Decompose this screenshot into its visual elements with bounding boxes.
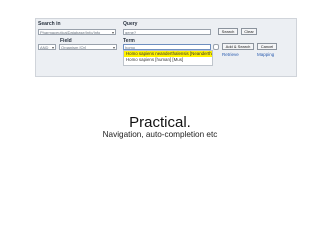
retrieve-link[interactable]: Retrieve bbox=[222, 52, 239, 57]
screenshot-panel: Search in PharmaceuticalDatabase/Info/In… bbox=[35, 18, 297, 77]
search-in-select[interactable]: PharmaceuticalDatabase/Info/Info ▾ bbox=[38, 29, 116, 35]
field-select[interactable]: Organism [Or] ▾ bbox=[59, 44, 117, 50]
bool-value: AND bbox=[40, 45, 49, 50]
mapping-link[interactable]: Mapping bbox=[257, 52, 274, 57]
chevron-down-icon: ▾ bbox=[112, 45, 115, 50]
clear-term-icon[interactable] bbox=[213, 44, 219, 50]
bool-select[interactable]: AND ▾ bbox=[38, 44, 56, 50]
suggestion-item[interactable]: Homo sapiens [human] [Mus] bbox=[124, 57, 212, 63]
slide-title: Practical. bbox=[129, 114, 191, 131]
clear-button[interactable]: Clear bbox=[241, 28, 257, 35]
search-in-label: Search in bbox=[38, 21, 61, 27]
cancel-button[interactable]: Cancel bbox=[257, 43, 277, 50]
slide-subtitle: Navigation, auto-completion etc bbox=[102, 130, 218, 139]
chevron-down-icon: ▾ bbox=[51, 45, 54, 50]
query-label: Query bbox=[123, 21, 138, 27]
chevron-down-icon: ▾ bbox=[111, 30, 114, 35]
search-in-value: PharmaceuticalDatabase/Info/Info bbox=[40, 30, 101, 35]
add-search-button[interactable]: Add & Search bbox=[222, 43, 254, 50]
search-button[interactable]: Search bbox=[218, 28, 238, 35]
field-value: Organism [Or] bbox=[61, 45, 87, 50]
query-value: gene? bbox=[125, 30, 137, 35]
autocomplete-dropdown: Homo sapiens neanderthalensis [Neanderth… bbox=[123, 50, 213, 66]
query-input[interactable]: gene? bbox=[123, 29, 211, 35]
